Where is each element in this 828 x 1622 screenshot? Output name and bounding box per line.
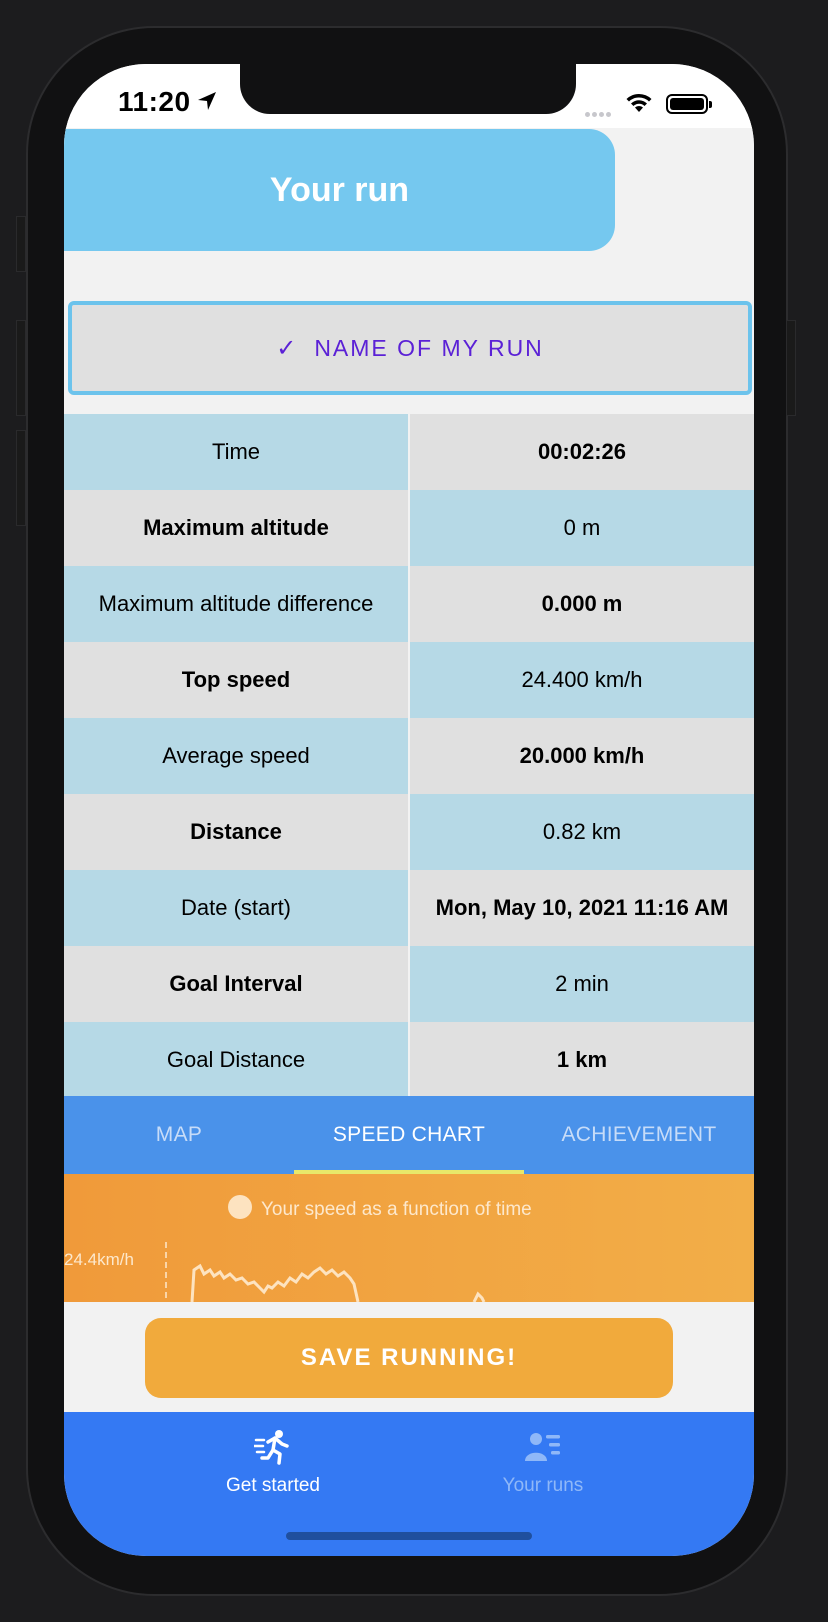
legend-marker — [228, 1195, 252, 1219]
stat-label: Goal Interval — [64, 946, 409, 1022]
speed-chart-svg: Your speed as a function of time 24.4km/… — [64, 1174, 754, 1302]
detail-tabs: MAP SPEED CHART ACHIEVEMENT — [64, 1096, 754, 1174]
battery-icon — [666, 94, 712, 114]
check-icon: ✓ — [276, 334, 297, 362]
tabbar-label: Your runs — [502, 1475, 584, 1496]
page-title: Your run — [269, 170, 410, 209]
tab-speed-chart[interactable]: SPEED CHART — [294, 1096, 524, 1174]
stat-label: Average speed — [64, 718, 409, 794]
page-title-banner: Your run — [64, 129, 615, 251]
chart-legend: Your speed as a function of time — [261, 1199, 532, 1220]
stat-label: Time — [64, 414, 409, 490]
stat-value: 1 km — [408, 1022, 754, 1098]
stat-value: 2 min — [408, 946, 754, 1022]
home-indicator[interactable] — [286, 1532, 532, 1540]
stat-label: Distance — [64, 794, 409, 870]
stat-label: Goal Distance — [64, 1022, 409, 1098]
stat-value: 20.000 km/h — [408, 718, 754, 794]
location-arrow-icon — [198, 92, 216, 110]
tabbar-label: Get started — [226, 1475, 320, 1496]
name-run-button[interactable]: ✓ NAME OF MY RUN — [68, 301, 752, 395]
wifi-icon — [626, 93, 652, 112]
stat-label: Top speed — [64, 642, 409, 718]
volume-down-button — [16, 430, 26, 526]
save-running-button[interactable]: SAVE RUNNING! — [145, 1318, 673, 1398]
stat-value: 0 m — [408, 490, 754, 566]
power-button — [786, 320, 796, 416]
notch — [240, 64, 576, 114]
name-run-label: NAME OF MY RUN — [314, 334, 544, 361]
save-running-label: SAVE RUNNING! — [300, 1344, 518, 1371]
user-list-icon — [525, 1433, 560, 1461]
speed-chart: Your speed as a function of time 24.4km/… — [64, 1174, 754, 1302]
stat-value: 0.000 m — [408, 566, 754, 642]
stat-label: Maximum altitude difference — [64, 566, 409, 642]
table-row: Goal Distance 1 km — [64, 1022, 754, 1098]
status-bar: 11:20 — [64, 64, 754, 128]
table-row: Maximum altitude difference 0.000 m — [64, 566, 754, 642]
stat-label: Date (start) — [64, 870, 409, 946]
tabbar-your-runs[interactable]: Your runs — [433, 1428, 653, 1497]
run-stats-table: Time 00:02:26 Maximum altitude 0 m Maxim… — [64, 414, 754, 1098]
table-row: Date (start) Mon, May 10, 2021 11:16 AM — [64, 870, 754, 946]
stat-value: 00:02:26 — [408, 414, 754, 490]
tab-map[interactable]: MAP — [64, 1096, 294, 1174]
stat-value: 24.400 km/h — [408, 642, 754, 718]
mute-switch — [16, 216, 26, 272]
stat-label: Maximum altitude — [64, 490, 409, 566]
status-time: 11:20 — [118, 86, 191, 117]
y-axis-tick: 24.4km/h — [64, 1250, 134, 1269]
table-row: Time 00:02:26 — [64, 414, 754, 490]
table-row: Distance 0.82 km — [64, 794, 754, 870]
stat-value: 0.82 km — [408, 794, 754, 870]
running-person-icon — [252, 1430, 289, 1465]
cellular-signal-icon — [585, 104, 613, 122]
stat-value: Mon, May 10, 2021 11:16 AM — [408, 870, 754, 946]
volume-up-button — [16, 320, 26, 416]
tab-achievement[interactable]: ACHIEVEMENT — [524, 1096, 754, 1174]
table-row: Top speed 24.400 km/h — [64, 642, 754, 718]
table-row: Maximum altitude 0 m — [64, 490, 754, 566]
tabbar-get-started[interactable]: Get started — [163, 1428, 383, 1497]
table-row: Goal Interval 2 min — [64, 946, 754, 1022]
screen: 11:20 Your run ✓ NAME OF MY RUN Time 00:… — [64, 64, 754, 1556]
table-row: Average speed 20.000 km/h — [64, 718, 754, 794]
